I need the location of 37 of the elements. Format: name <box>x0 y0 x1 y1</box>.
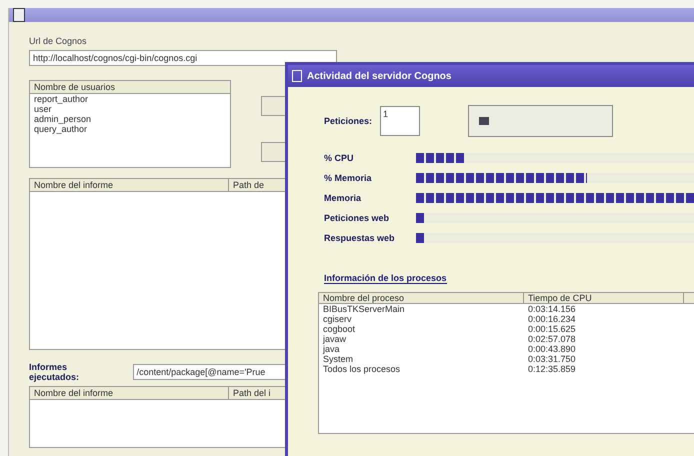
url-label: Url de Cognos <box>29 36 88 46</box>
table-cell-text: 0:00:16.234 <box>527 314 577 324</box>
column-header[interactable]: Nombre del proceso <box>319 293 524 303</box>
window-icon <box>292 70 302 82</box>
table-cell-text: java <box>322 344 341 354</box>
table-cell-text: Todos los procesos <box>322 364 402 374</box>
executed-label: Informes ejecutados: <box>29 362 80 382</box>
table-cell-text: BIBusTKServerMain <box>322 304 406 314</box>
list-item[interactable]: query_author <box>30 124 230 134</box>
requests-label: Peticiones: <box>324 116 372 126</box>
section-title: Información de los procesos <box>324 273 447 284</box>
metric-label: Peticiones web <box>324 213 390 223</box>
requests-field[interactable]: 1 <box>380 106 420 136</box>
list-item[interactable]: user <box>30 104 230 114</box>
table-cell-text: 0:00:43.890 <box>527 344 577 354</box>
dialog-title: Actividad del servidor Cognos <box>288 65 694 87</box>
metric-label: % CPU <box>324 153 355 163</box>
table-cell-text: 0:03:14.156 <box>527 304 577 314</box>
column-header[interactable]: Tiempo de CPU <box>524 293 684 303</box>
table-cell-text: 0:02:57.078 <box>527 334 577 344</box>
table-cell-text: cogboot <box>322 324 356 334</box>
table-cell-text: javaw <box>322 334 348 344</box>
list-item[interactable]: report_author <box>30 94 230 104</box>
column-header[interactable]: Nombre del informe <box>30 179 229 191</box>
list-item[interactable]: admin_person <box>30 114 230 124</box>
column-header[interactable]: Nombre del informe <box>30 387 229 399</box>
action-button[interactable] <box>468 105 614 137</box>
metric-label: Respuestas web <box>324 233 396 243</box>
url-field[interactable]: http://localhost/cognos/cgi-bin/cognos.cgi <box>29 50 337 66</box>
table-cell-text: cgiserv <box>322 314 353 324</box>
button-icon <box>479 117 490 125</box>
window-icon <box>13 8 25 22</box>
table-cell-text: 0:12:35.859 <box>527 364 577 374</box>
table-cell-text: 0:03:31.750 <box>527 354 577 364</box>
table-cell-text: System <box>322 354 354 364</box>
table-cell-text: 0:00:15.625 <box>527 324 577 334</box>
metric-label: Memoria <box>324 193 362 203</box>
